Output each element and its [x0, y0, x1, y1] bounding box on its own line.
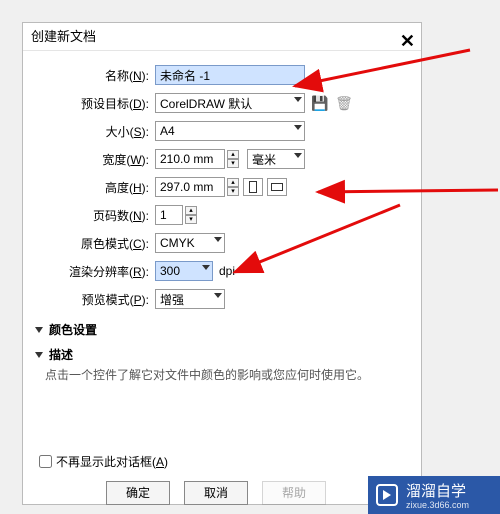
new-document-dialog: 创建新文档 ✕ 名称(N): 预设目标(D): CorelDRAW 默认 💾 🗑… — [22, 22, 422, 505]
height-input[interactable] — [155, 177, 225, 197]
pages-spinner[interactable]: ▴▾ — [185, 206, 197, 224]
pages-input[interactable] — [155, 205, 183, 225]
delete-preset-icon[interactable]: 🗑 — [335, 94, 353, 112]
preset-label: 预设目标(D): — [35, 95, 155, 112]
dialog-titlebar: 创建新文档 ✕ — [23, 23, 421, 51]
width-label: 宽度(W): — [35, 151, 155, 168]
preset-combo[interactable]: CorelDRAW 默认 — [155, 93, 305, 113]
ok-button[interactable]: 确定 — [106, 481, 170, 505]
desc-section-header[interactable]: 描述 — [35, 346, 397, 363]
description-text: 点击一个控件了解它对文件中颜色的影响或您应何时使用它。 — [35, 363, 397, 396]
width-input[interactable] — [155, 149, 225, 169]
preview-combo[interactable]: 增强 — [155, 289, 225, 309]
watermark-sub: zixue.3d66.com — [406, 501, 469, 510]
resolution-combo[interactable]: 300 — [155, 261, 213, 281]
colormode-label: 原色模式(C): — [35, 235, 155, 252]
help-button[interactable]: 帮助 — [262, 481, 326, 505]
resolution-label: 渲染分辨率(R): — [35, 263, 155, 280]
preview-label: 预览模式(P): — [35, 291, 155, 308]
expand-icon — [35, 327, 43, 333]
size-combo[interactable]: A4 — [155, 121, 305, 141]
resolution-unit: dpi — [219, 264, 235, 278]
play-icon — [376, 484, 398, 506]
pages-label: 页码数(N): — [35, 207, 155, 224]
chevron-down-icon — [294, 153, 302, 158]
orientation-landscape-button[interactable] — [267, 178, 287, 196]
width-spinner[interactable]: ▴▾ — [227, 150, 239, 168]
size-label: 大小(S): — [35, 123, 155, 140]
chevron-down-icon — [294, 125, 302, 130]
height-spinner[interactable]: ▴▾ — [227, 178, 239, 196]
chevron-down-icon — [214, 293, 222, 298]
expand-icon — [35, 352, 43, 358]
watermark-name: 溜溜自学 — [406, 480, 469, 501]
save-preset-icon[interactable]: 💾 — [311, 94, 329, 112]
noshow-label: 不再显示此对话框(A) — [56, 453, 168, 470]
name-label: 名称(N): — [35, 67, 155, 84]
noshow-checkbox[interactable] — [39, 455, 52, 468]
chevron-down-icon — [214, 237, 222, 242]
cancel-button[interactable]: 取消 — [184, 481, 248, 505]
watermark-badge: 溜溜自学 zixue.3d66.com — [368, 476, 500, 514]
dialog-title: 创建新文档 — [31, 29, 96, 44]
chevron-down-icon — [294, 97, 302, 102]
orientation-portrait-button[interactable] — [243, 178, 263, 196]
noshow-row[interactable]: 不再显示此对话框(A) — [35, 452, 397, 471]
color-section-header[interactable]: 颜色设置 — [35, 321, 397, 338]
chevron-down-icon — [202, 265, 210, 270]
name-input[interactable] — [155, 65, 305, 85]
close-icon[interactable]: ✕ — [400, 27, 415, 55]
colormode-combo[interactable]: CMYK — [155, 233, 225, 253]
height-label: 高度(H): — [35, 179, 155, 196]
width-unit-combo[interactable]: 毫米 — [247, 149, 305, 169]
